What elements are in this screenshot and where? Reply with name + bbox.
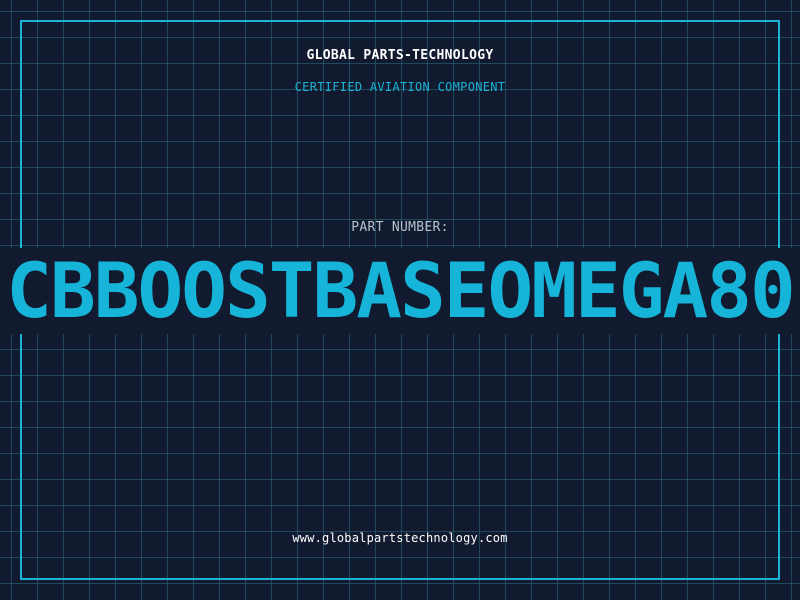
website-url: www.globalpartstechnology.com <box>292 531 508 545</box>
company-title: GLOBAL PARTS-TECHNOLOGY <box>306 48 494 63</box>
part-number-label: PART NUMBER: <box>351 220 449 235</box>
certification-subtitle: CERTIFIED AVIATION COMPONENT <box>294 80 506 94</box>
part-number-value: CBBOOSTBASEOMEGA80 <box>6 254 796 328</box>
